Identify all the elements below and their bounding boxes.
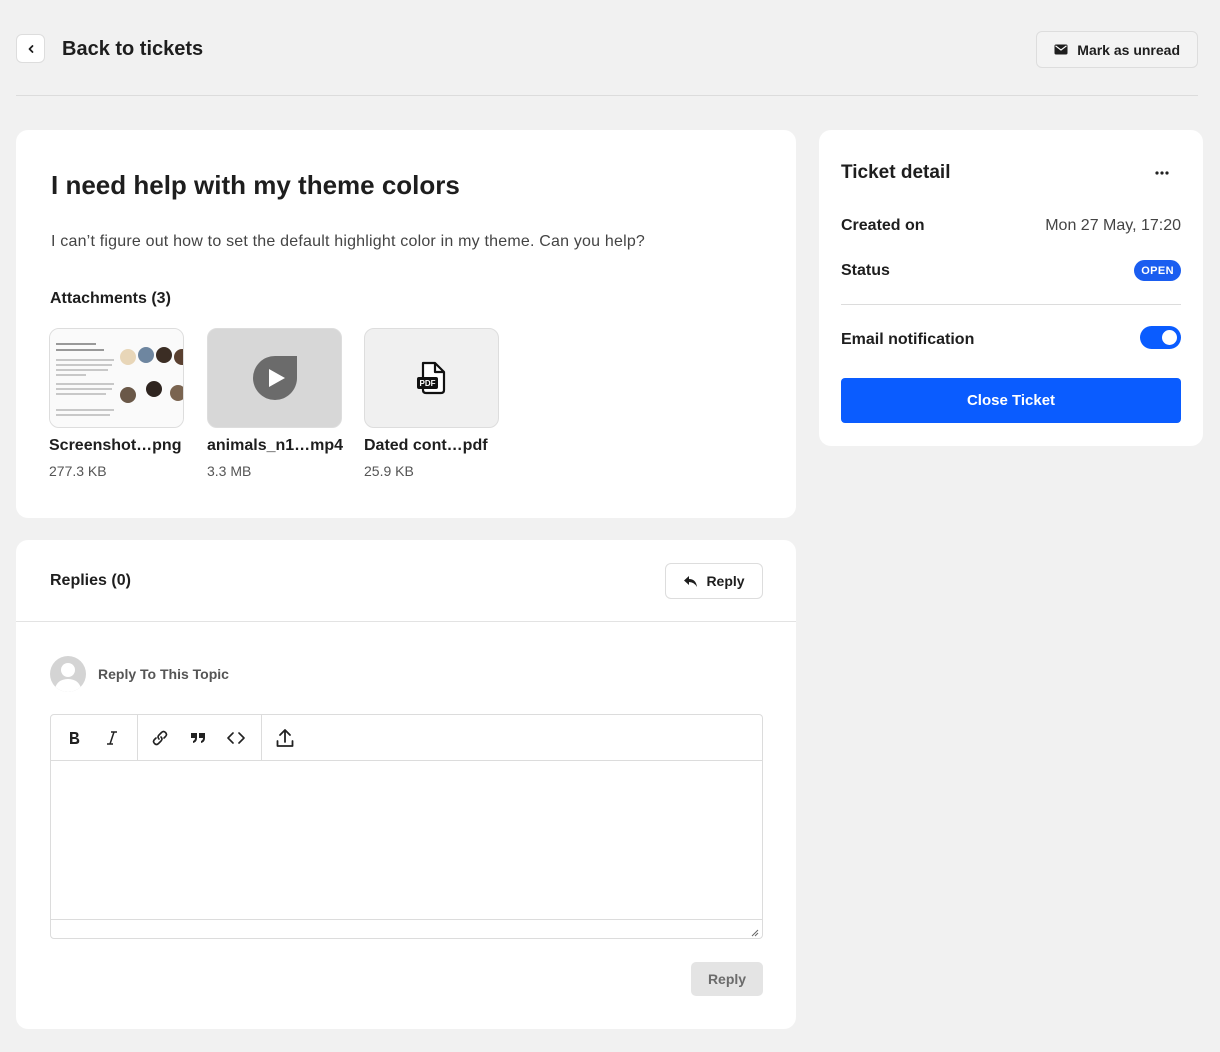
ellipsis-icon <box>1155 171 1169 175</box>
attachments-heading: Attachments (3) <box>50 290 171 307</box>
italic-button[interactable] <box>97 723 127 753</box>
header-divider <box>16 95 1198 96</box>
attachment-name[interactable]: Dated cont…pdf <box>364 437 504 455</box>
attachment-size: 3.3 MB <box>207 463 252 479</box>
attachment-size: 277.3 KB <box>49 463 107 479</box>
bold-icon <box>70 732 80 744</box>
ticket-card: I need help with my theme colors I can’t… <box>16 130 796 518</box>
email-notification-toggle[interactable] <box>1140 326 1181 349</box>
upload-button[interactable] <box>270 723 300 753</box>
attachment-item[interactable]: animals_n1…mp4 3.3 MB <box>207 328 347 479</box>
attachment-thumbnail[interactable]: PDF <box>364 328 499 428</box>
quote-icon <box>191 733 205 743</box>
envelope-icon <box>1054 44 1068 55</box>
code-button[interactable] <box>221 723 251 753</box>
status-badge: OPEN <box>1134 260 1181 281</box>
replies-card: Replies (0) Reply Reply To This Topic Re… <box>16 540 796 1029</box>
ticket-description: I can’t figure out how to set the defaul… <box>51 233 646 250</box>
created-on-label: Created on <box>841 217 925 234</box>
detail-divider <box>841 304 1181 305</box>
submit-reply-button[interactable]: Reply <box>691 962 763 996</box>
more-options-button[interactable] <box>1151 164 1173 182</box>
avatar <box>50 656 86 692</box>
replies-divider <box>16 621 796 622</box>
ticket-title: I need help with my theme colors <box>51 170 460 200</box>
pdf-icon: PDF <box>416 361 445 395</box>
attachment-item[interactable]: PDF Dated cont…pdf 25.9 KB <box>364 328 504 479</box>
attachment-name[interactable]: Screenshot…png <box>49 437 189 455</box>
attachment-thumbnail[interactable] <box>49 328 184 428</box>
back-to-tickets-title[interactable]: Back to tickets <box>62 38 203 61</box>
resize-handle-icon[interactable] <box>749 927 759 937</box>
attachment-item[interactable]: Screenshot…png 277.3 KB <box>49 328 189 479</box>
reply-button[interactable]: Reply <box>665 563 763 599</box>
pdf-icon-label: PDF <box>419 379 435 388</box>
ticket-detail-card: Ticket detail Created on Mon 27 May, 17:… <box>819 130 1203 446</box>
bold-button[interactable] <box>59 723 89 753</box>
replies-title: Replies (0) <box>50 572 131 589</box>
top-bar: Back to tickets Mark as unread <box>16 30 1198 68</box>
created-on-value: Mon 27 May, 17:20 <box>1045 217 1181 234</box>
upload-icon <box>276 729 294 747</box>
close-ticket-button[interactable]: Close Ticket <box>841 378 1181 423</box>
reply-textarea[interactable] <box>51 761 762 919</box>
editor-status-bar <box>51 919 762 939</box>
italic-icon <box>107 731 117 745</box>
editor-toolbar <box>51 715 762 761</box>
reply-to-topic-label: Reply To This Topic <box>98 666 229 682</box>
link-button[interactable] <box>145 723 175 753</box>
play-icon <box>252 356 297 400</box>
code-icon <box>227 732 245 744</box>
reply-editor <box>50 714 763 939</box>
back-button[interactable] <box>16 34 45 63</box>
email-notification-label: Email notification <box>841 331 975 348</box>
screenshot-preview-image <box>50 329 183 427</box>
user-placeholder-icon <box>54 663 82 692</box>
quote-button[interactable] <box>183 723 213 753</box>
toggle-knob <box>1162 330 1177 345</box>
link-icon <box>152 730 168 746</box>
chevron-left-icon <box>28 44 33 53</box>
mark-as-unread-button[interactable]: Mark as unread <box>1036 31 1198 68</box>
attachment-name[interactable]: animals_n1…mp4 <box>207 437 347 455</box>
reply-arrow-icon <box>684 575 698 587</box>
ticket-detail-title: Ticket detail <box>841 162 951 183</box>
toolbar-separator <box>137 715 138 761</box>
status-label: Status <box>841 262 890 279</box>
toolbar-separator <box>261 715 262 761</box>
mark-as-unread-label: Mark as unread <box>1077 41 1180 58</box>
reply-button-label: Reply <box>706 573 745 589</box>
attachment-thumbnail[interactable] <box>207 328 342 428</box>
attachment-size: 25.9 KB <box>364 463 414 479</box>
